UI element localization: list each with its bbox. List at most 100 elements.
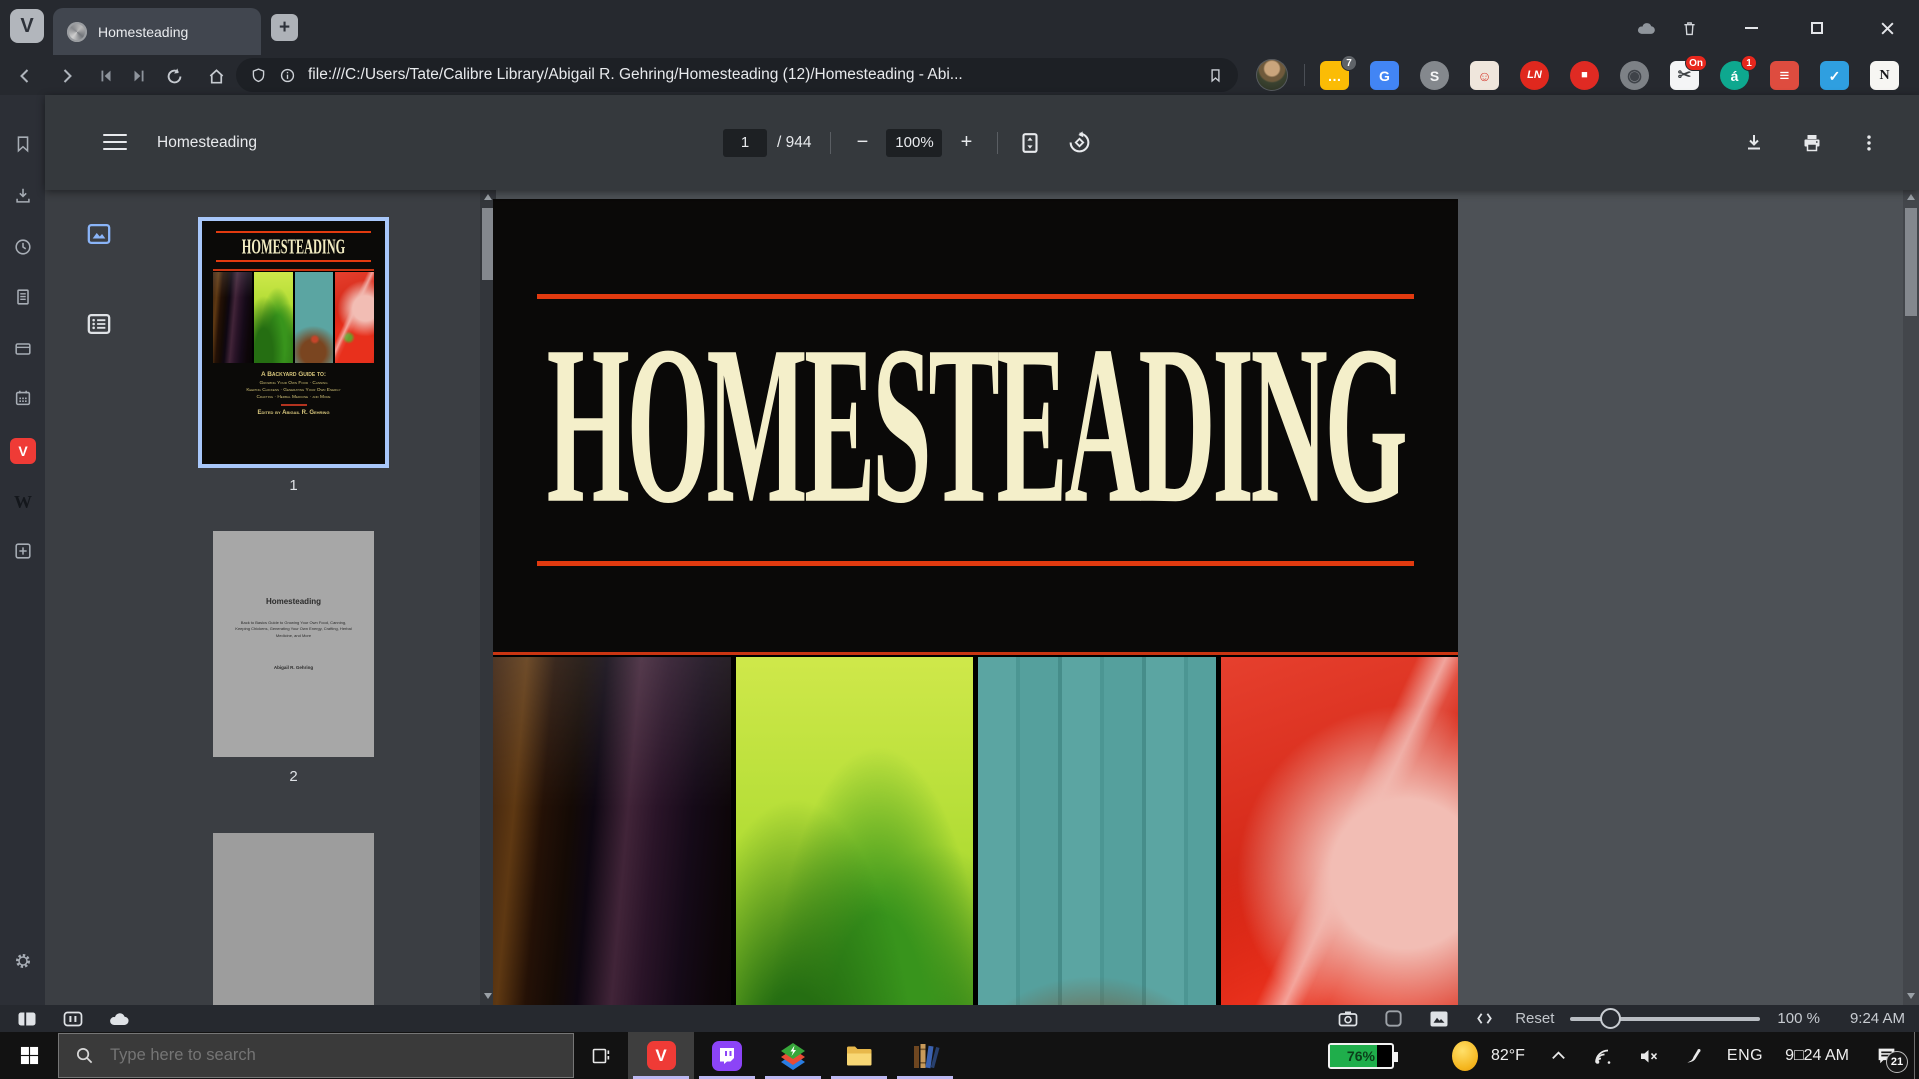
page-actions-icon[interactable] (1383, 1008, 1404, 1029)
taskbar-clock[interactable]: 9□24 AM (1785, 1047, 1849, 1065)
search-icon (75, 1046, 94, 1065)
reload-button[interactable] (163, 65, 185, 87)
stop-hand-extension-icon[interactable]: ■ (1570, 61, 1599, 90)
network-signal-icon[interactable] (1592, 1046, 1614, 1066)
settings-gear-icon[interactable] (11, 949, 35, 973)
todoist-extension-icon[interactable]: ≡ (1770, 61, 1799, 90)
taskbar-app-bluestacks[interactable] (760, 1032, 826, 1079)
tiling-icon[interactable] (62, 1008, 84, 1030)
page-1-thumbnail[interactable]: HOMESTEADING A Backyard Guide to: Growin… (198, 217, 389, 468)
zoom-in-button[interactable]: + (954, 131, 978, 154)
battery-indicator[interactable]: 76% (1327, 1042, 1398, 1069)
zoom-out-button[interactable]: − (850, 131, 874, 154)
forward-button[interactable] (56, 65, 78, 87)
notion-extension-icon[interactable]: N (1870, 61, 1899, 90)
print-button[interactable] (1801, 132, 1823, 154)
address-bar[interactable]: file:///C:/Users/Tate/Calibre Library/Ab… (236, 58, 1238, 92)
translate-extension-icon[interactable]: G (1370, 61, 1399, 90)
sync-cloud-icon[interactable] (108, 1011, 132, 1027)
vivaldi-menu-button[interactable]: V (10, 9, 44, 43)
volume-muted-icon[interactable] (1638, 1046, 1660, 1066)
history-panel-icon[interactable] (11, 235, 35, 259)
pen-ink-icon[interactable] (1684, 1046, 1703, 1065)
shield-icon[interactable] (250, 67, 267, 84)
outline-view-toggle[interactable] (85, 310, 113, 338)
back-button[interactable] (14, 65, 36, 87)
taskbar-app-vivaldi[interactable]: V (628, 1032, 694, 1079)
page-2-thumbnail[interactable]: Homesteading Back to Basics Guide to Gro… (213, 531, 374, 757)
minimize-button[interactable] (1738, 17, 1764, 39)
vivaldi-icon: V (646, 1041, 676, 1070)
scroll-down-arrow[interactable] (1907, 993, 1915, 999)
show-desktop-button[interactable] (1914, 1032, 1919, 1079)
bookmarks-panel-icon[interactable] (11, 132, 35, 156)
calendar-panel-icon[interactable] (11, 386, 35, 410)
language-indicator[interactable]: ENG (1727, 1047, 1763, 1065)
browser-tab[interactable]: Homesteading (53, 8, 261, 55)
code-icon[interactable] (1474, 1008, 1495, 1029)
more-options-kebab-icon[interactable] (1859, 133, 1879, 153)
taskbar-app-file-explorer[interactable] (826, 1032, 892, 1079)
page-3-thumbnail[interactable] (213, 833, 374, 1005)
cat-extension-icon[interactable]: ☺ (1470, 61, 1499, 90)
extension-glyph: ✓ (1828, 67, 1841, 84)
taskbar-app-calibre[interactable] (892, 1032, 958, 1079)
thumbnails-view-toggle[interactable] (85, 220, 113, 248)
reading-list-panel-icon[interactable] (11, 337, 35, 361)
new-tab-button[interactable]: + (271, 14, 298, 41)
rewind-button[interactable] (95, 65, 117, 87)
tasks-extension-icon[interactable]: ✓ (1820, 61, 1849, 90)
downloads-panel-icon[interactable] (11, 184, 35, 208)
bookmark-flag-icon[interactable] (1207, 67, 1224, 84)
add-web-panel-icon[interactable] (11, 539, 35, 563)
scroll-down-arrow[interactable] (484, 993, 492, 999)
rotate-button[interactable] (1067, 130, 1092, 155)
images-toggle-icon[interactable] (1428, 1008, 1450, 1030)
page2-title: Homesteading (265, 597, 322, 606)
avast-extension-icon[interactable]: á 1 (1720, 55, 1757, 90)
fast-forward-button[interactable] (128, 65, 150, 87)
cover-red-line (537, 561, 1414, 566)
maximize-button[interactable] (1804, 17, 1830, 39)
taskbar-app-twitch[interactable] (694, 1032, 760, 1079)
search-input[interactable] (110, 1046, 510, 1065)
home-button[interactable] (205, 65, 227, 87)
close-button[interactable] (1874, 17, 1900, 39)
notes-panel-icon[interactable] (11, 285, 35, 309)
clipper-extension-icon[interactable]: ✂ On (1670, 55, 1707, 90)
zoom-reset-button[interactable]: Reset (1515, 1010, 1554, 1027)
temperature[interactable]: 82°F (1491, 1047, 1525, 1065)
battery-percent: 76% (1346, 1047, 1375, 1064)
vivaldi-feeds-panel-icon[interactable]: V (10, 438, 36, 464)
tray-expand-chevron-icon[interactable] (1549, 1046, 1568, 1065)
ln-extension-icon[interactable]: LN (1520, 61, 1549, 90)
wikipedia-panel-icon[interactable]: W (11, 490, 35, 514)
extension-glyph: ☺ (1477, 67, 1492, 84)
pdf-page-1: HOMESTEADING (493, 199, 1458, 1005)
film-reel-extension-icon[interactable]: ◉ (1620, 61, 1649, 90)
running-indicator (897, 1075, 953, 1079)
zoom-slider-knob[interactable] (1600, 1007, 1622, 1029)
capture-camera-icon[interactable] (1337, 1008, 1359, 1030)
weather-sun-icon[interactable] (1451, 1040, 1478, 1071)
scroll-up-arrow[interactable] (1907, 194, 1915, 200)
download-button[interactable] (1743, 132, 1765, 154)
action-center-icon[interactable]: 21 (1875, 1045, 1908, 1073)
taskbar-search[interactable] (58, 1033, 574, 1078)
scroll-up-arrow[interactable] (484, 194, 492, 200)
panel-toggle-icon[interactable] (16, 1008, 38, 1030)
start-button[interactable] (0, 1032, 58, 1079)
scrollbar-thumb[interactable] (1905, 208, 1917, 316)
document-scrollbar[interactable] (1903, 190, 1919, 1005)
page-number-input[interactable] (723, 128, 767, 157)
notes-extension-icon[interactable]: … 7 (1320, 55, 1357, 90)
trash-icon[interactable] (1676, 17, 1702, 39)
task-view-button[interactable] (574, 1032, 628, 1079)
menu-hamburger-icon[interactable] (103, 131, 127, 153)
surfshark-extension-icon[interactable]: S (1420, 61, 1449, 90)
fit-page-button[interactable] (1017, 130, 1043, 156)
zoom-slider[interactable] (1570, 1007, 1761, 1029)
site-info-icon[interactable] (279, 67, 296, 84)
sync-cloud-icon[interactable] (1634, 17, 1660, 39)
profile-avatar[interactable] (1256, 59, 1288, 91)
